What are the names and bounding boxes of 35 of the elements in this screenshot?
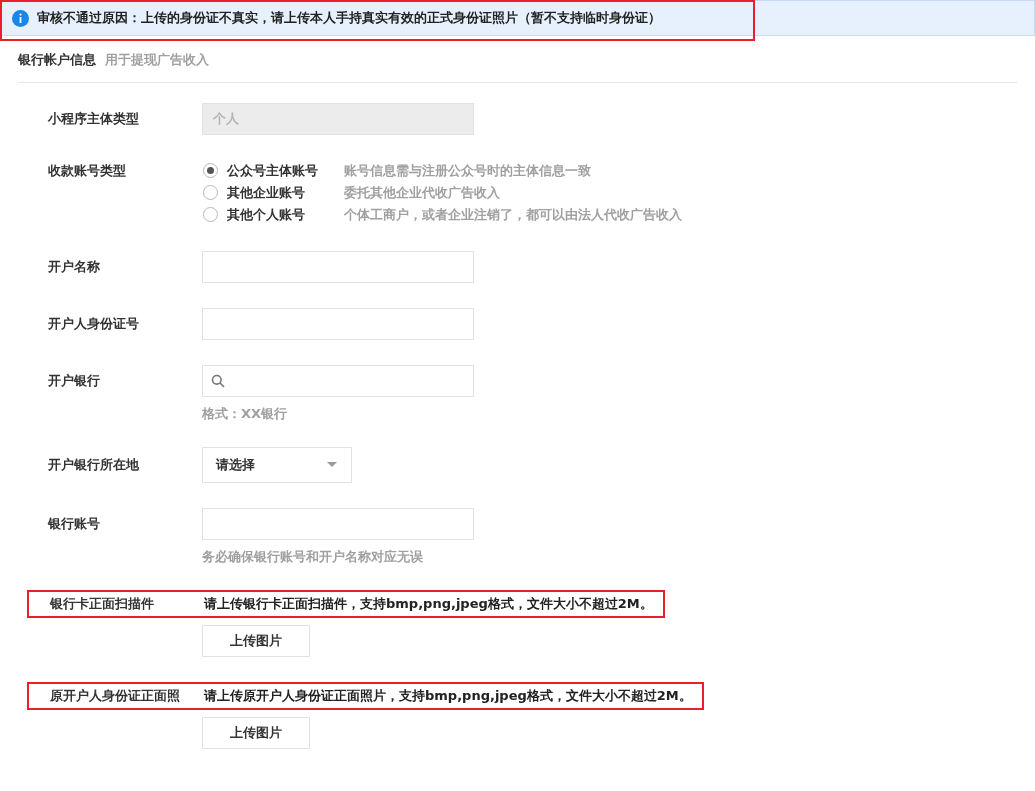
field-label: 收款账号类型 xyxy=(48,161,126,180)
radio-label[interactable]: 公众号主体账号 xyxy=(227,160,344,181)
field-label: 银行卡正面扫描件 xyxy=(50,594,154,613)
field-label: 原开户人身份证正面照 xyxy=(50,686,180,705)
upload-note: 请上传银行卡正面扫描件，支持bmp,png,jpeg格式，文件大小不超过2M。 xyxy=(204,594,653,613)
radio-button[interactable] xyxy=(203,207,218,222)
radio-label[interactable]: 其他企业账号 xyxy=(227,182,344,203)
radio-label[interactable]: 其他个人账号 xyxy=(227,204,344,225)
hint-text: 务必确保银行账号和开户名称对应无误 xyxy=(202,548,423,565)
option-note: 账号信息需与注册公众号时的主体信息一致 xyxy=(344,161,591,180)
section-title: 银行帐户信息 xyxy=(18,51,96,69)
upload-note: 请上传原开户人身份证正面照片，支持bmp,png,jpeg格式，文件大小不超过2M。 xyxy=(204,686,692,705)
radio-button[interactable] xyxy=(203,163,218,178)
option-note: 个体工商户，或者企业注销了，都可以由法人代收广告收入 xyxy=(344,205,682,224)
field-label: 开户人身份证号 xyxy=(48,314,139,333)
section-subtitle: 用于提现广告收入 xyxy=(105,51,209,69)
search-icon xyxy=(211,373,225,388)
field-label: 开户名称 xyxy=(48,257,100,276)
text-field[interactable] xyxy=(202,307,474,340)
field-label: 银行账号 xyxy=(48,514,100,533)
alert-text: 审核不通过原因：上传的身份证不真实，请上传本人手持真实有效的正式身份证照片（暂不支持临时身份证） xyxy=(37,8,661,27)
field-label: 小程序主体类型 xyxy=(48,109,139,128)
field-label: 开户银行所在地 xyxy=(48,455,139,474)
select-dropdown[interactable]: 请选择 xyxy=(202,446,352,483)
text-field[interactable] xyxy=(202,507,474,540)
caret-icon xyxy=(327,462,337,467)
search-field[interactable] xyxy=(202,364,474,397)
info-icon xyxy=(12,9,29,27)
upload-button[interactable]: 上传图片 xyxy=(202,716,310,749)
upload-button[interactable]: 上传图片 xyxy=(202,624,310,657)
option-note: 委托其他企业代收广告收入 xyxy=(344,183,500,202)
radio-button[interactable] xyxy=(203,185,218,200)
field-label: 开户银行 xyxy=(48,371,100,390)
hint-text: 格式：XX银行 xyxy=(202,405,288,422)
text-field[interactable] xyxy=(202,250,474,283)
